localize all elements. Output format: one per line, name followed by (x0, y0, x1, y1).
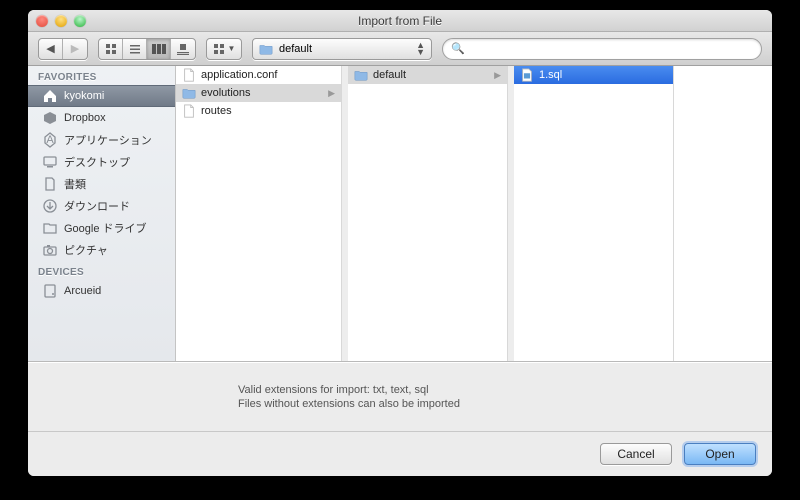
file-icon (182, 68, 196, 82)
folder-icon (182, 86, 196, 100)
sidebar-item-label: 書類 (64, 176, 86, 192)
file-row[interactable]: routes (176, 102, 341, 120)
coverflow-icon (176, 43, 190, 55)
open-button[interactable]: Open (684, 443, 756, 465)
folder-row[interactable]: default ▶ (348, 66, 507, 84)
sidebar-item[interactable]: デスクトップ (28, 151, 175, 173)
folder-icon (42, 220, 58, 236)
updown-icon: ▲▼ (416, 42, 425, 56)
sidebar-item-label: ダウンロード (64, 198, 130, 214)
back-button[interactable]: ◀ (39, 39, 63, 59)
forward-button[interactable]: ▶ (63, 39, 87, 59)
row-label: application.conf (201, 69, 277, 81)
list-icon (129, 43, 141, 55)
sidebar-item-label: Dropbox (64, 112, 106, 124)
view-coverflow-button[interactable] (171, 39, 195, 59)
download-icon (42, 198, 58, 214)
columns-icon (152, 43, 166, 55)
window-title: Import from File (28, 14, 772, 28)
sidebar-item[interactable]: kyokomi (28, 85, 175, 107)
browser-column[interactable]: 1.sql (508, 66, 674, 361)
sidebar-item[interactable]: Google ドライブ (28, 217, 175, 239)
file-icon (520, 68, 534, 82)
chevron-right-icon: ▶ (71, 42, 79, 55)
sidebar-item[interactable]: Dropbox (28, 107, 175, 129)
doc-icon (42, 176, 58, 192)
row-label: routes (201, 105, 232, 117)
folder-row[interactable]: evolutions ▶ (176, 84, 341, 102)
sidebar-item[interactable]: ピクチャ (28, 239, 175, 261)
row-label: default (373, 69, 406, 81)
app-icon: A (42, 132, 58, 148)
toolbar: ◀ ▶ ▼ default ▲▼ 🔍 (28, 32, 772, 66)
sidebar-item-label: Google ドライブ (64, 220, 147, 236)
sidebar-item[interactable]: ダウンロード (28, 195, 175, 217)
path-label: default (279, 43, 312, 55)
path-popup-button[interactable]: default ▲▼ (252, 38, 432, 60)
svg-text:A: A (46, 134, 54, 146)
sidebar-item-label: アプリケーション (64, 132, 152, 148)
file-open-dialog: Import from File ◀ ▶ ▼ default ▲▼ 🔍 FAVO… (28, 10, 772, 476)
row-label: 1.sql (539, 69, 562, 81)
desktop-icon (42, 154, 58, 170)
sidebar-item-label: kyokomi (64, 90, 104, 102)
search-field[interactable]: 🔍 (442, 38, 762, 60)
sidebar-item[interactable]: 書類 (28, 173, 175, 195)
grid-icon (105, 43, 117, 55)
browser-column[interactable]: application.conf evolutions ▶ routes (176, 66, 342, 361)
arrange-menu[interactable]: ▼ (206, 38, 242, 60)
file-row[interactable]: 1.sql (514, 66, 673, 84)
sidebar-item[interactable]: Arcueid (28, 280, 175, 302)
hint-line: Files without extensions can also be imp… (238, 397, 742, 411)
chevron-left-icon: ◀ (46, 42, 54, 55)
view-list-button[interactable] (123, 39, 147, 59)
box-icon (42, 110, 58, 126)
disk-icon (42, 283, 58, 299)
row-label: evolutions (201, 87, 251, 99)
dialog-footer: Cancel Open (28, 432, 772, 476)
sidebar-section-favorites: FAVORITES (28, 66, 175, 85)
sidebar-item-label: Arcueid (64, 285, 101, 297)
file-row[interactable]: application.conf (176, 66, 341, 84)
view-columns-button[interactable] (147, 39, 171, 59)
nav-back-forward: ◀ ▶ (38, 38, 88, 60)
browser-column[interactable]: default ▶ (342, 66, 508, 361)
home-icon (42, 88, 58, 104)
hint-panel: Valid extensions for import: txt, text, … (28, 362, 772, 432)
sidebar-section-devices: DEVICES (28, 261, 175, 280)
sidebar: FAVORITES kyokomi Dropbox A アプリケーションデスクトップ書… (28, 66, 176, 361)
search-input[interactable] (469, 43, 753, 55)
camera-icon (42, 242, 58, 258)
chevron-right-icon: ▶ (494, 70, 501, 81)
titlebar[interactable]: Import from File (28, 10, 772, 32)
arrange-icon (213, 43, 225, 55)
sidebar-item-label: ピクチャ (64, 242, 108, 258)
chevron-down-icon: ▼ (228, 44, 236, 53)
sidebar-item[interactable]: A アプリケーション (28, 129, 175, 151)
view-mode-segmented (98, 38, 196, 60)
column-browser: application.conf evolutions ▶ routes default… (176, 66, 772, 361)
file-icon (182, 104, 196, 118)
cancel-button[interactable]: Cancel (600, 443, 672, 465)
search-icon: 🔍 (451, 42, 465, 55)
view-icons-button[interactable] (99, 39, 123, 59)
folder-icon (354, 68, 368, 82)
hint-line: Valid extensions for import: txt, text, … (238, 383, 742, 397)
sidebar-item-label: デスクトップ (64, 154, 130, 170)
chevron-right-icon: ▶ (328, 88, 335, 99)
folder-icon (259, 42, 273, 56)
